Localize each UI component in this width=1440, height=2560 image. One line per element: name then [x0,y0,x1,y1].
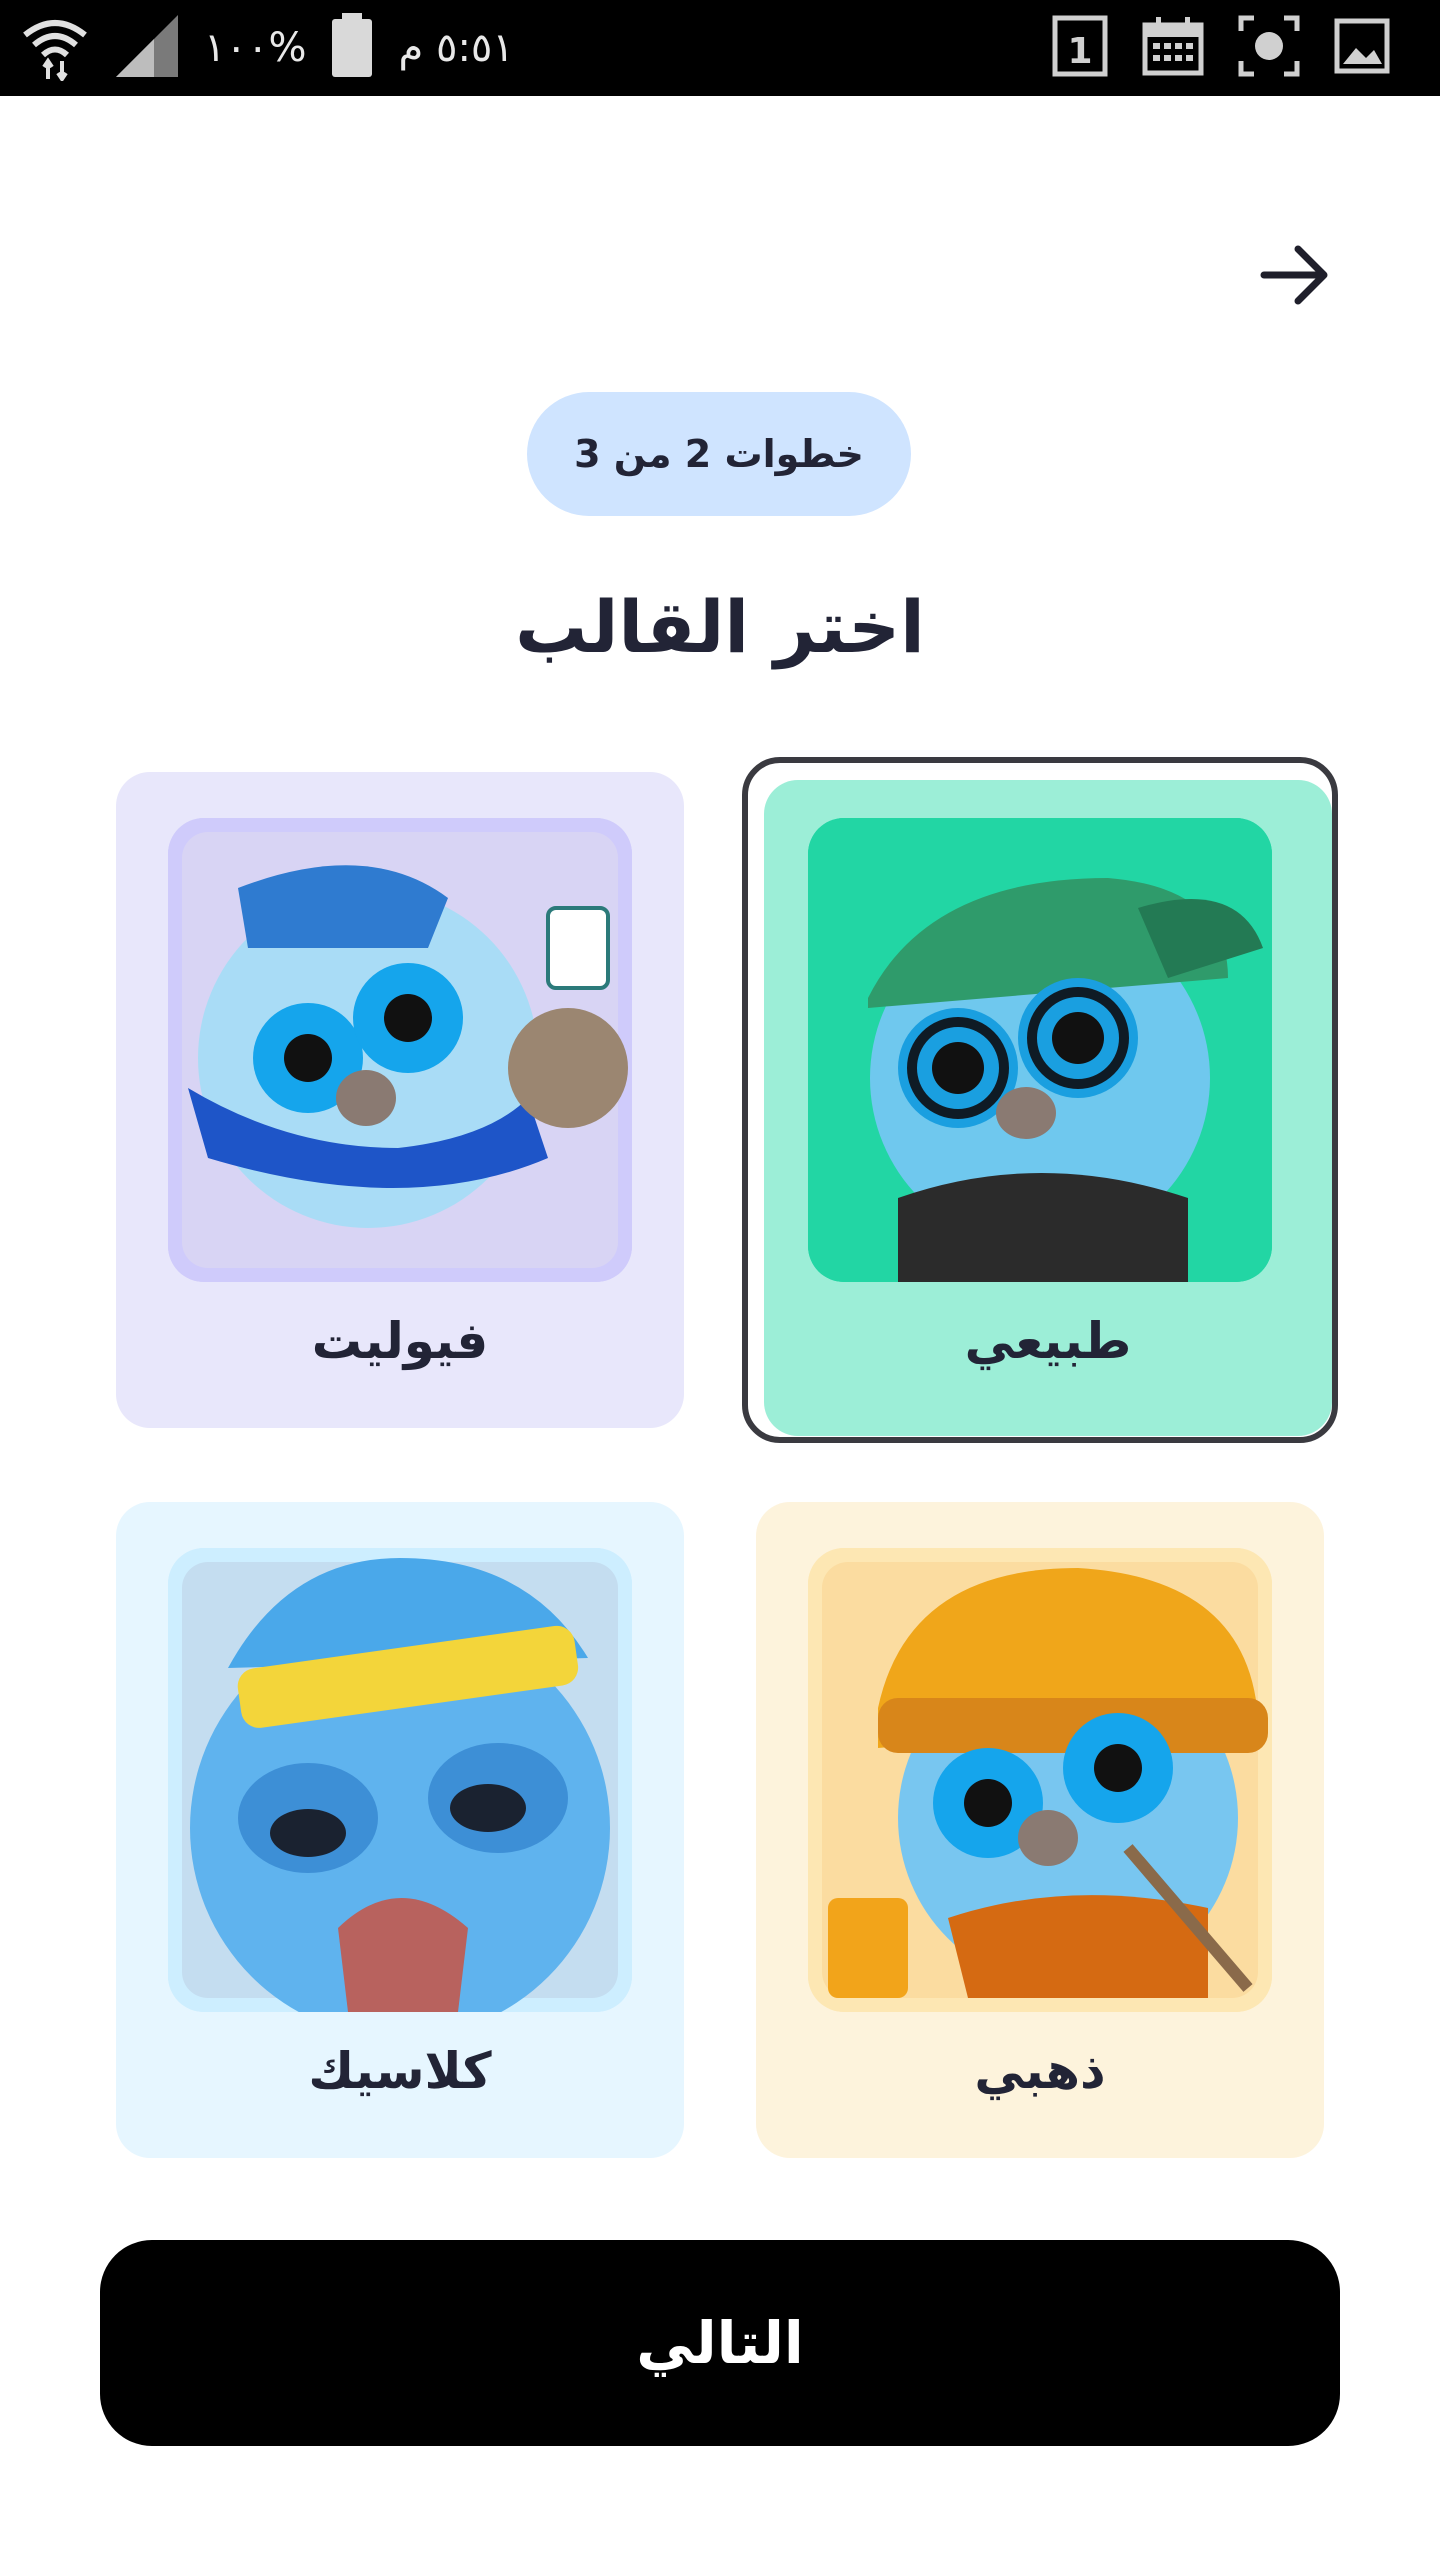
arrow-right-icon [1260,245,1328,305]
signal-icon [114,13,180,83]
calendar-day-number: 1 [1067,31,1092,72]
template-card-classic[interactable]: كلاسيك [116,1502,684,2158]
calendar-icon [1142,15,1204,81]
page-title: اختر القالب [515,585,925,669]
status-right: 1 [1052,0,1390,96]
template-card-golden[interactable]: ذهبي [756,1502,1324,2158]
template-card-violet[interactable]: فيوليت [116,772,684,1428]
screenshot-icon [1238,15,1300,81]
template-label-golden: ذهبي [974,2042,1106,2100]
back-button[interactable] [1250,230,1340,320]
wifi-icon [20,11,90,85]
template-card-natural[interactable]: طبيعي [764,780,1332,1436]
battery-percent: %١٠٠ [204,25,307,71]
battery-icon [330,13,374,83]
status-left: ٥:٥١ م %١٠٠ [20,0,514,96]
template-image-classic [168,1548,632,2012]
template-image-golden [808,1548,1272,2012]
template-label-violet: فيوليت [311,1312,489,1370]
template-label-natural: طبيعي [964,1312,1132,1370]
status-time: ٥:٥١ م [398,25,514,71]
template-image-violet [168,818,632,1282]
status-bar: ٥:٥١ م %١٠٠ 1 [0,0,1440,96]
gallery-icon [1334,18,1390,78]
next-button[interactable]: التالي [100,2240,1340,2446]
step-indicator: خطوات 2 من 3 [527,392,911,516]
template-image-natural [808,818,1272,1282]
template-label-classic: كلاسيك [308,2042,492,2100]
calendar-day-icon: 1 [1052,15,1108,81]
